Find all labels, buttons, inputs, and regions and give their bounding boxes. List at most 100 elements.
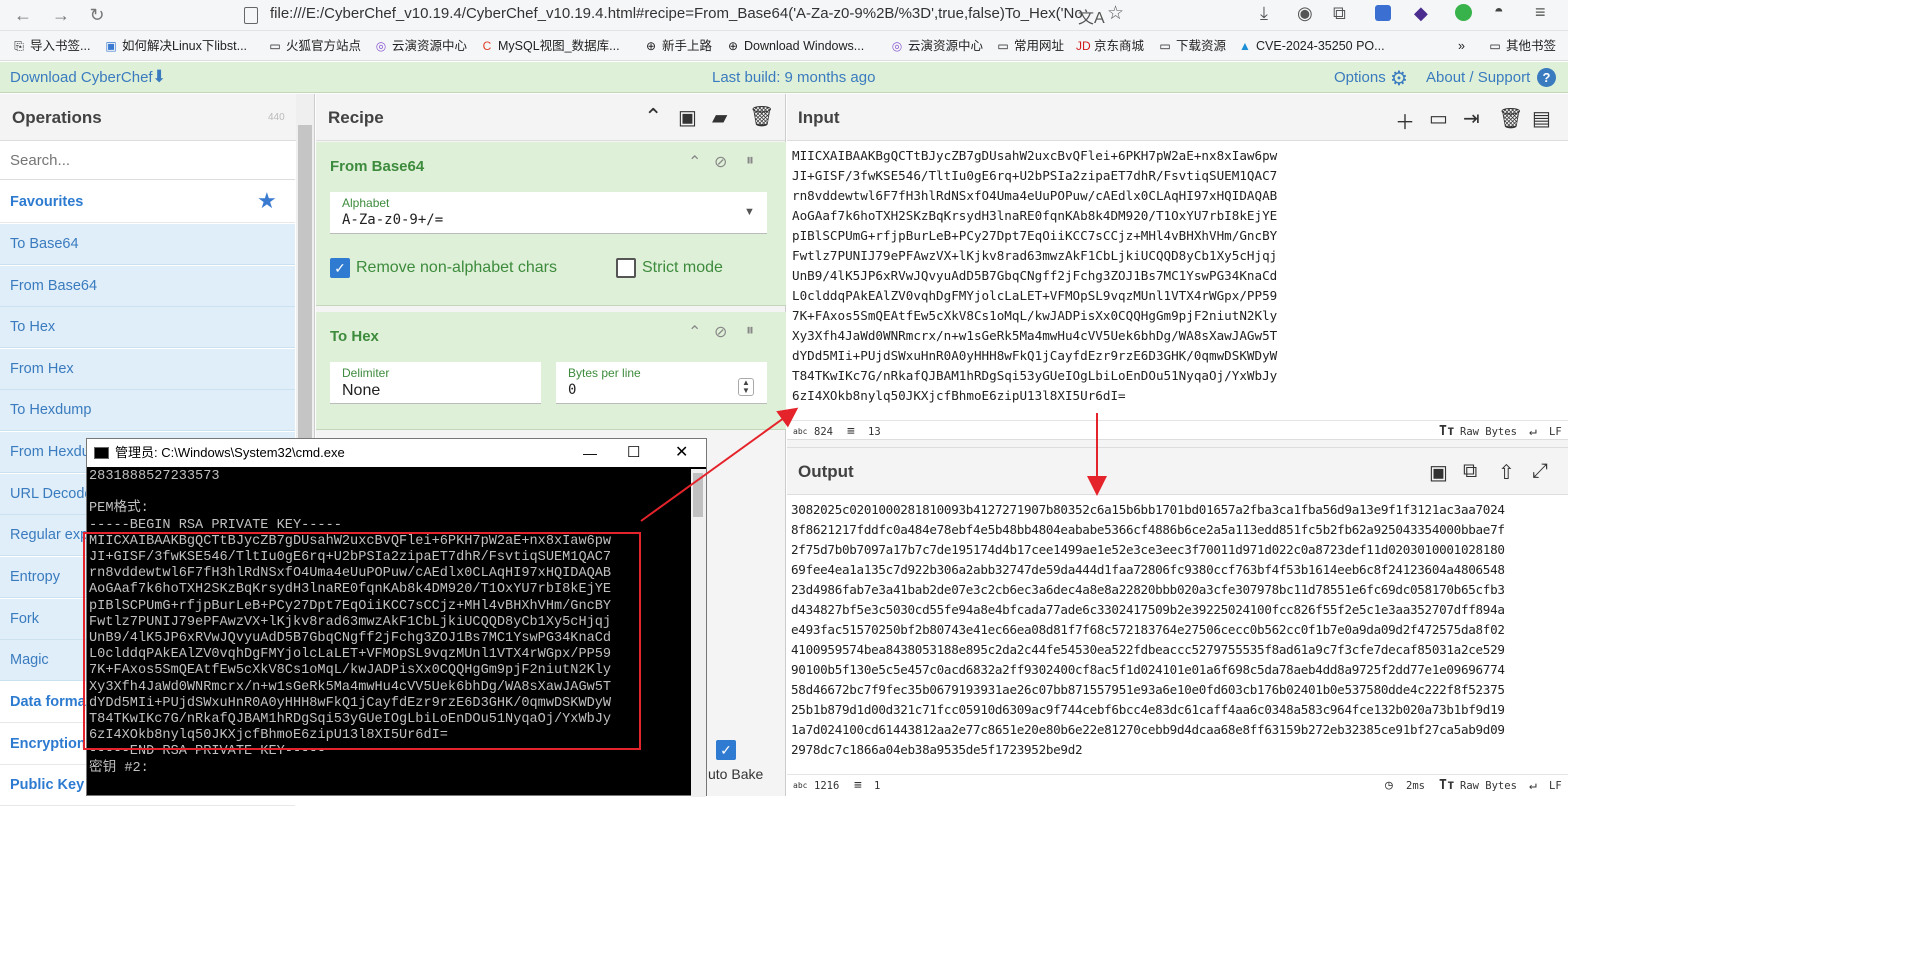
options-link[interactable]: Options — [1334, 69, 1386, 86]
output-eol[interactable]: LF — [1549, 775, 1562, 797]
forward-icon[interactable]: → — [50, 4, 72, 26]
bookmark-item[interactable]: C MySQL视图_数据库... — [480, 37, 620, 55]
extensions-icon[interactable]: ⧉ — [1333, 3, 1346, 24]
op-to-base64[interactable]: To Base64 — [0, 224, 295, 265]
cmd-scroll-thumb[interactable] — [693, 473, 703, 517]
replace-input-icon[interactable]: ⇧ — [1498, 460, 1515, 485]
alphabet-select[interactable]: Alphabet A-Za-z0-9+/= ▼ — [330, 192, 767, 234]
remove-non-alphabet-checkbox[interactable]: ✓ — [330, 258, 350, 278]
output-panel: Output ▣ ⧉ ⇧ ⤢ 3082025c0201000281810093b… — [787, 448, 1568, 796]
translate-icon[interactable]: 文A — [1078, 4, 1105, 28]
output-status-bar: abc 1216 ≡ 1 ◷ 2ms Tт Raw Bytes ↵ LF — [787, 774, 1568, 798]
address-bar[interactable]: file:///E:/CyberChef_v10.19.4/CyberChef_… — [236, 2, 1138, 28]
output-text[interactable]: 3082025c0201000281810093b4127271907b8035… — [791, 500, 1565, 762]
op-to-hex[interactable]: To Hex — [0, 307, 295, 348]
bookmark-item[interactable]: ⊕ Download Windows... — [726, 37, 864, 55]
op-from-hex[interactable]: From Hex — [0, 349, 295, 390]
category-favourites[interactable]: Favourites — [0, 182, 295, 223]
delimiter-value: None — [342, 382, 381, 399]
pause-icon[interactable]: ⏸ — [746, 322, 754, 340]
input-textarea[interactable]: MIICXAIBAAKBgQCTtBJycZB7gDUsahW2uxcBvQFl… — [792, 146, 1562, 410]
alphabet-label: Alphabet — [342, 196, 390, 210]
disable-icon[interactable]: ⊘ — [714, 322, 727, 342]
bookmarks-overflow-icon[interactable]: » — [1458, 37, 1465, 55]
ingredient-from-base64[interactable]: From Base64 ⌃ ⊘ ⏸ Alphabet A-Za-z0-9+/= … — [316, 142, 786, 306]
panel-resizer[interactable] — [787, 439, 1568, 448]
bookmark-item[interactable]: ▭ 下载资源 — [1158, 37, 1226, 55]
clock-icon: ◷ — [1385, 778, 1393, 793]
op-to-hexdump[interactable]: To Hexdump — [0, 390, 295, 431]
extension-green-icon[interactable] — [1455, 4, 1472, 21]
bookmark-item[interactable]: ◎ 云演资源中心 — [890, 37, 983, 55]
chevron-up-icon[interactable]: ⌃ — [688, 322, 701, 342]
cmd-titlebar[interactable]: 管理员: C:\Windows\System32\cmd.exe — ☐ ✕ — [87, 439, 706, 467]
clear-recipe-icon[interactable]: 🗑 — [749, 104, 774, 129]
bytes-per-line-input[interactable]: Bytes per line 0 ▲ ▼ — [556, 362, 767, 404]
auto-bake-checkbox[interactable]: ✓ — [716, 740, 736, 760]
minimize-icon[interactable]: — — [583, 439, 597, 467]
copy-output-icon[interactable]: ⧉ — [1463, 460, 1477, 483]
bookmark-item[interactable]: ▭ 其他书签 — [1488, 37, 1556, 55]
op-from-base64[interactable]: From Base64 — [0, 266, 295, 307]
bookmark-item[interactable]: ⊕ 新手上路 — [644, 37, 712, 55]
length-icon: abc — [793, 781, 808, 790]
operations-search-input[interactable] — [0, 142, 295, 180]
clear-input-icon[interactable]: 🗑 — [1498, 106, 1523, 131]
cmd-scrollbar[interactable] — [691, 469, 706, 797]
maximize-icon[interactable]: ☐ — [627, 439, 640, 467]
bake-time: 2ms — [1406, 780, 1425, 792]
close-icon[interactable]: ✕ — [675, 439, 688, 467]
open-file-icon[interactable]: ⇥ — [1463, 106, 1480, 131]
dropdown-arrow-icon: ▼ — [744, 206, 755, 218]
favourite-star-icon[interactable]: ★ — [257, 188, 277, 214]
load-recipe-icon[interactable]: ▰ — [712, 105, 727, 130]
delimiter-select[interactable]: Delimiter None — [330, 362, 541, 404]
layout-icon[interactable]: ▤ — [1532, 106, 1551, 131]
help-icon[interactable]: ? — [1537, 68, 1556, 87]
bookmark-item[interactable]: ▭ 常用网址 — [996, 37, 1064, 55]
open-folder-icon[interactable]: ▭ — [1429, 106, 1448, 131]
extension-diamond-icon[interactable]: ◆ — [1414, 3, 1428, 24]
about-support-link[interactable]: About / Support — [1426, 69, 1530, 86]
bookmark-item[interactable]: ⎘ 导入书签... — [12, 37, 90, 55]
download-cyberchef-link[interactable]: Download CyberChef — [10, 69, 153, 86]
bookmark-item[interactable]: JD 京东商城 — [1076, 37, 1144, 55]
bookmark-item[interactable]: ▲ CVE-2024-35250 PO... — [1238, 37, 1385, 55]
output-encoding[interactable]: Raw Bytes — [1460, 775, 1517, 797]
save-recipe-icon[interactable]: ▣ — [678, 105, 697, 130]
maximise-icon[interactable]: ⤢ — [1532, 460, 1548, 483]
collapse-recipe-icon[interactable]: ⌃ — [644, 104, 662, 130]
bookmark-item[interactable]: ▣ 如何解决Linux下libst... — [104, 37, 247, 55]
pause-icon[interactable]: ⏸ — [746, 152, 754, 170]
ingredient-title: To Hex — [330, 328, 379, 345]
operations-count: 440 — [268, 112, 285, 123]
add-tab-icon[interactable]: ＋ — [1395, 106, 1415, 135]
operations-title: Operations — [0, 94, 314, 141]
stepper-icon[interactable]: ▲ ▼ — [738, 378, 754, 396]
back-icon[interactable]: ← — [12, 4, 34, 26]
strict-mode-checkbox[interactable] — [616, 258, 636, 278]
gear-icon[interactable]: ⚙ — [1390, 66, 1408, 91]
star-icon[interactable]: ☆ — [1107, 2, 1124, 25]
last-build-text: Last build: 9 months ago — [712, 69, 876, 86]
bookmark-item[interactable]: ▭ 火狐官方站点 — [268, 37, 361, 55]
extension-hat-icon[interactable]: ◓ — [1494, 3, 1504, 21]
reload-icon[interactable]: ↻ — [86, 4, 108, 26]
bytes-per-line-value: 0 — [568, 382, 577, 398]
bookmark-item[interactable]: ◎ 云演资源中心 — [374, 37, 467, 55]
account-icon[interactable]: ◉ — [1297, 3, 1313, 24]
save-output-icon[interactable]: ▣ — [1429, 460, 1448, 485]
cmd-app-icon — [94, 447, 109, 459]
output-title: Output — [787, 448, 1568, 495]
disable-icon[interactable]: ⊘ — [714, 152, 727, 172]
output-lines: 1 — [874, 780, 881, 792]
eol-icon: ↵ — [1529, 778, 1537, 793]
download-arrow-icon[interactable]: ⬇ — [152, 67, 166, 87]
ingredient-to-hex[interactable]: To Hex ⌃ ⊘ ⏸ Delimiter None Bytes per li… — [316, 312, 786, 430]
auto-bake-label: uto Bake — [708, 766, 764, 782]
extension-icon[interactable] — [1375, 5, 1391, 21]
download-icon[interactable]: ⤓ — [1260, 3, 1268, 24]
chevron-up-icon[interactable]: ⌃ — [688, 152, 701, 172]
menu-icon[interactable]: ≡ — [1535, 2, 1546, 23]
operations-scroll-thumb[interactable] — [298, 125, 312, 455]
